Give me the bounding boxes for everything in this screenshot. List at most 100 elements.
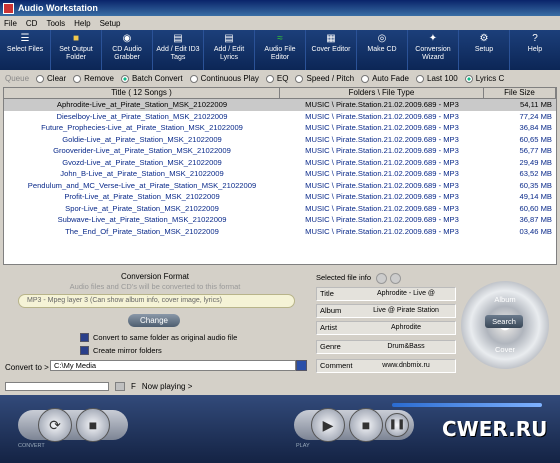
conversion-subtitle: Audio files and CD's will be converted t… (69, 282, 241, 291)
column-folder[interactable]: Folders \ File Type (280, 88, 484, 98)
mirror-folders-checkbox[interactable]: Create mirror folders (80, 346, 162, 355)
convert-to-label: Convert to > (5, 363, 49, 372)
menu-help[interactable]: Help (74, 19, 90, 28)
convert-icon: ⟳ (49, 417, 61, 433)
convert-label: CONVERT (18, 443, 45, 449)
table-row[interactable]: Pendulum_and_MC_Verse-Live_at_Pirate_Sta… (4, 180, 556, 192)
help-button[interactable]: ? Help (510, 30, 560, 70)
info-row-album: Album Live @ Pirate Station (316, 304, 456, 318)
player-bar: ⟳ ■ CONVERT ▶ ■ ❚❚ PLAY CWER.RU (0, 395, 560, 463)
file-info-title: Selected file info (316, 273, 372, 282)
pause-button[interactable]: ❚❚ (385, 413, 409, 437)
set-output-folder-button[interactable]: ■ Set Output Folder (51, 30, 102, 70)
table-row[interactable]: The_End_Of_Pirate_Station_MSK_21022009 MU… (4, 226, 556, 238)
info-row-title: Title Aphrodite - Live @ (316, 287, 456, 301)
toolbar: ☰ Select Files ■ Set Output Folder ◉ CD Aud… (0, 30, 560, 70)
last100-option[interactable]: Last 100 (416, 74, 458, 83)
queue-label: Queue (5, 74, 30, 83)
lyrics-button[interactable]: ▤ Add / Edit Lyrics (204, 30, 255, 70)
tag-icon: ▤ (173, 33, 183, 44)
menu-file[interactable]: File (4, 19, 17, 28)
table-row[interactable]: Spor-Live_at_Pirate_Station_MSK_21022009… (4, 203, 556, 215)
cover-label: Cover (494, 345, 515, 354)
info-row-comment: Comment www.dnbmix.ru (316, 359, 456, 373)
cover-icon: ▦ (326, 33, 336, 44)
file-info-panel: Selected file info Title Aphrodite - Live… (314, 270, 456, 378)
song-table[interactable]: Title ( 12 Songs ) Folders \ File Type F… (3, 87, 557, 265)
next-arrow-icon[interactable] (390, 273, 401, 284)
now-playing-bar: F Now playing > (0, 380, 560, 393)
album-label: Album (494, 295, 516, 304)
prev-arrow-icon[interactable] (376, 273, 387, 284)
continuous-play-option[interactable]: Continuous Play (189, 74, 259, 83)
window-title: Audio Workstation (18, 3, 98, 13)
same-folder-checkbox[interactable]: Convert to same folder as original audio… (80, 333, 237, 342)
play-icon: ▶ (322, 417, 334, 433)
table-row[interactable]: Subwave-Live_at_Pirate_Station_MSK_21022… (4, 214, 556, 226)
menu-cd[interactable]: CD (26, 19, 38, 28)
table-row[interactable]: Dieselboy-Live_at_Pirate_Station_MSK_210… (4, 111, 556, 123)
convert-to-field[interactable]: C:\My Media (50, 360, 296, 371)
settings-panel: Conversion Format Audio files and CD's w… (0, 267, 560, 377)
conversion-wizard-button[interactable]: ✦ Conversion Wizard (408, 30, 459, 70)
cover-editor-button[interactable]: ▦ Cover Editor (306, 30, 357, 70)
watermark-text: CWER.RU (442, 417, 548, 441)
auto-fade-option[interactable]: Auto Fade (361, 74, 409, 83)
app-icon (3, 2, 14, 14)
change-button[interactable]: Change (128, 314, 180, 327)
table-row[interactable]: Grooverider-Live_at_Pirate_Station_MSK_2… (4, 145, 556, 157)
table-row[interactable]: Aphrodite-Live_at_Pirate_Station_MSK_210… (4, 99, 556, 111)
gear-icon: ⚙ (479, 33, 489, 44)
make-cd-button[interactable]: ◎ Make CD (357, 30, 408, 70)
wave-icon: ≈ (277, 33, 283, 44)
info-row-genre: Genre Drum&Bass (316, 340, 456, 354)
remove-option[interactable]: Remove (73, 74, 114, 83)
table-row[interactable]: John_B-Live_at_Pirate_Station_MSK_210220… (4, 168, 556, 180)
batch-convert-option[interactable]: Batch Convert (120, 74, 183, 83)
select-files-icon: ☰ (20, 33, 30, 44)
pause-icon: ❚❚ (388, 419, 406, 430)
disc-panel: Album Search Cover (458, 267, 558, 377)
playback-progress[interactable] (5, 382, 109, 391)
small-button[interactable] (115, 382, 125, 391)
audio-file-editor-button[interactable]: ≈ Audio File Editor (255, 30, 306, 70)
search-button[interactable]: Search (485, 315, 523, 328)
title-bar: Audio Workstation (0, 0, 560, 16)
format-field[interactable]: MP3 - Mpeg layer 3 (Can show album info,… (18, 294, 295, 308)
burn-icon: ◎ (377, 33, 387, 44)
browse-button[interactable] (296, 360, 307, 371)
wizard-icon: ✦ (428, 33, 438, 44)
f-label: F (131, 382, 136, 391)
stop-icon: ■ (88, 417, 98, 433)
lyrics-option[interactable]: Lyrics C (464, 74, 504, 83)
eq-option[interactable]: EQ (265, 74, 288, 83)
stop-button[interactable]: ■ (349, 408, 383, 442)
column-size[interactable]: File Size (484, 88, 556, 98)
setup-button[interactable]: ⚙ Setup (459, 30, 510, 70)
volume-slider[interactable] (392, 403, 542, 407)
convert-controls (18, 410, 128, 440)
menu-setup[interactable]: Setup (100, 19, 121, 28)
table-row[interactable]: Future_Prophecies-Live_at_Pirate_Station… (4, 122, 556, 134)
now-playing-label: Now playing > (141, 382, 193, 391)
table-row[interactable]: Goldie-Live_at_Pirate_Station_MSK_210220… (4, 134, 556, 146)
table-header: Title ( 12 Songs ) Folders \ File Type F… (4, 88, 556, 99)
column-title[interactable]: Title ( 12 Songs ) (4, 88, 280, 98)
menu-tools[interactable]: Tools (46, 19, 65, 28)
info-row-artist: Artist Aphrodite (316, 321, 456, 335)
clear-option[interactable]: Clear (36, 74, 66, 83)
conversion-format-title: Conversion Format (120, 272, 190, 281)
stop-convert-button[interactable]: ■ (76, 408, 110, 442)
cd-audio-grabber-button[interactable]: ◉ CD Audio Grabber (102, 30, 153, 70)
speed-pitch-option[interactable]: Speed / Pitch (295, 74, 354, 83)
table-row[interactable]: Profit-Live_at_Pirate_Station_MSK_210220… (4, 191, 556, 203)
select-files-button[interactable]: ☰ Select Files (0, 30, 51, 70)
cd-icon: ◉ (122, 33, 132, 44)
play-button[interactable]: ▶ (311, 408, 345, 442)
help-icon: ? (532, 33, 538, 44)
id3-tags-button[interactable]: ▤ Add / Edit ID3 Tags (153, 30, 204, 70)
table-row[interactable]: Gvozd-Live_at_Pirate_Station_MSK_2102200… (4, 157, 556, 169)
stop-icon: ■ (361, 417, 371, 433)
convert-button[interactable]: ⟳ (38, 408, 72, 442)
play-label: PLAY (296, 443, 310, 449)
